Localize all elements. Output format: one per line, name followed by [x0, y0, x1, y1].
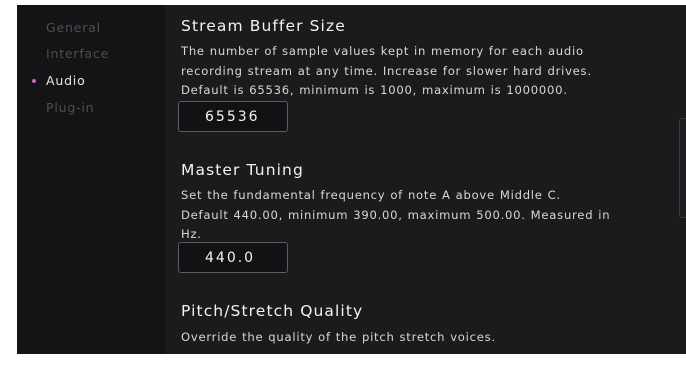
sidebar-item-general[interactable]: General: [46, 20, 101, 35]
master-tuning-title: Master Tuning: [181, 161, 304, 179]
active-indicator-dot: [32, 79, 36, 83]
description-line: Set the fundamental frequency of note A …: [181, 188, 561, 202]
pitch-stretch-quality-description: Override the quality of the pitch stretc…: [181, 328, 621, 348]
settings-content: Stream Buffer Size The number of sample …: [165, 5, 686, 354]
sidebar-item-audio[interactable]: Audio: [46, 73, 86, 88]
description-line: The number of sample values kept in memo…: [181, 44, 584, 58]
description-line: Override the quality of the pitch stretc…: [181, 330, 496, 344]
master-tuning-input[interactable]: [178, 242, 288, 273]
stream-buffer-size-description: The number of sample values kept in memo…: [181, 42, 621, 101]
description-line: Default is 65536, minimum is 1000, maxim…: [181, 83, 568, 97]
sidebar-item-interface[interactable]: Interface: [46, 46, 109, 61]
settings-window: General Interface Audio Plug-in Stream B…: [17, 5, 686, 354]
settings-sidebar: General Interface Audio Plug-in: [17, 5, 165, 354]
stream-buffer-size-title: Stream Buffer Size: [181, 17, 346, 35]
pitch-stretch-quality-title: Pitch/Stretch Quality: [181, 302, 364, 320]
stream-buffer-size-input[interactable]: [178, 101, 288, 132]
description-line: Default 440.00, minimum 390.00, maximum …: [181, 207, 611, 222]
description-line: recording stream at any time. Increase f…: [181, 63, 592, 78]
scrollbar-handle[interactable]: [679, 118, 686, 218]
master-tuning-description: Set the fundamental frequency of note A …: [181, 186, 621, 245]
sidebar-item-plugin[interactable]: Plug-in: [46, 100, 94, 115]
